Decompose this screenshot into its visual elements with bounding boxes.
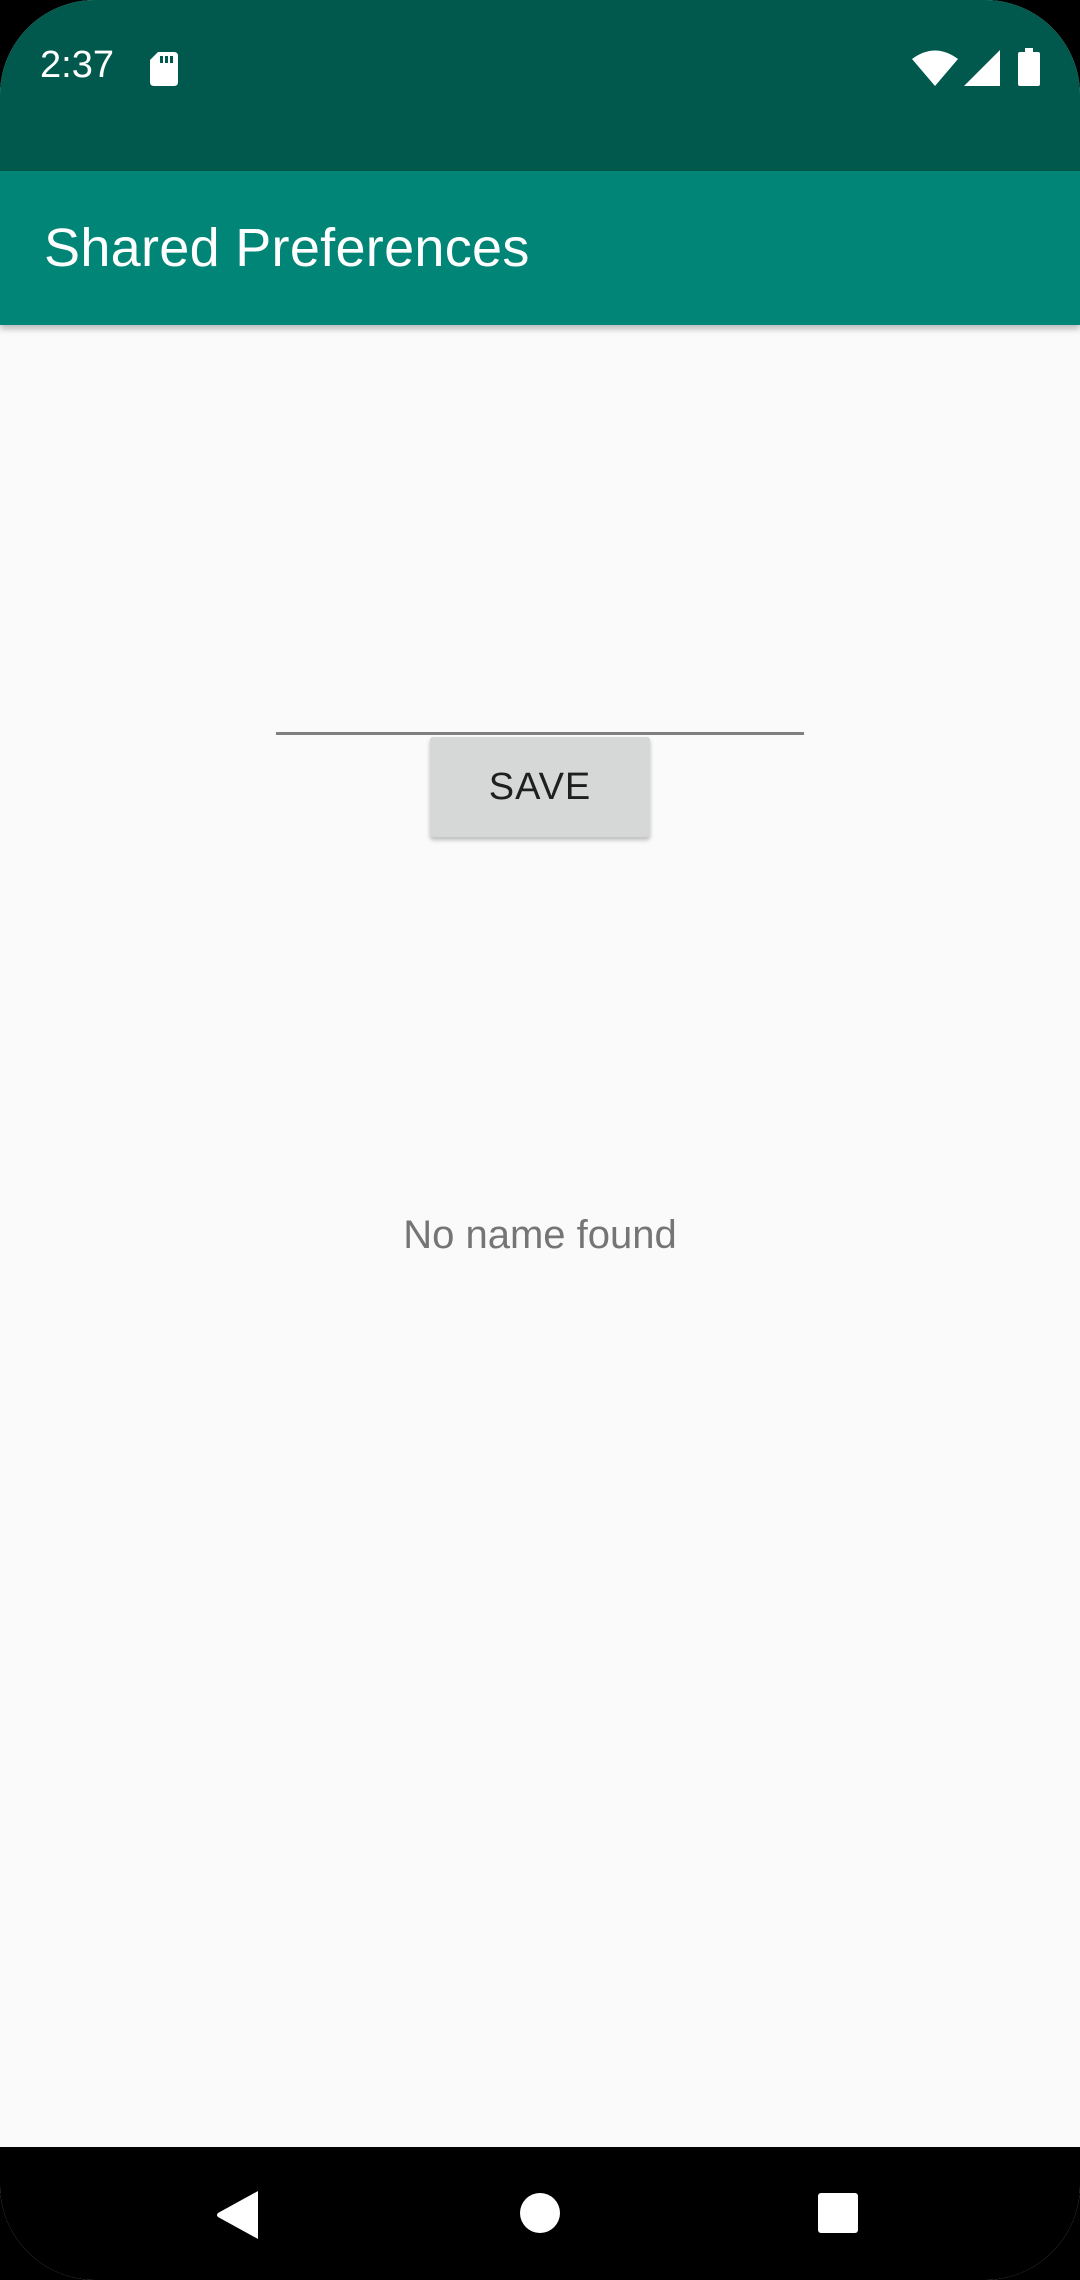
- name-input[interactable]: [276, 655, 804, 735]
- status-bar: 2:37: [0, 0, 1080, 171]
- app-title: Shared Preferences: [44, 218, 530, 278]
- wifi-icon: [912, 50, 958, 86]
- navigation-bar: [0, 2147, 1080, 2280]
- sd-card-icon: [150, 52, 178, 86]
- app-bar: Shared Preferences: [0, 171, 1080, 325]
- battery-icon: [1018, 48, 1040, 86]
- back-icon[interactable]: [216, 2191, 264, 2239]
- recents-icon[interactable]: [816, 2191, 860, 2235]
- main-content: SAVE No name found: [0, 325, 1080, 2147]
- device-screen: 2:37 Shared Preferences SAVE No name fou…: [0, 0, 1080, 2280]
- home-icon[interactable]: [518, 2191, 562, 2235]
- save-button[interactable]: SAVE: [430, 737, 650, 837]
- cell-signal-icon: [964, 50, 1000, 86]
- result-text: No name found: [403, 1213, 677, 1257]
- status-time: 2:37: [40, 44, 114, 86]
